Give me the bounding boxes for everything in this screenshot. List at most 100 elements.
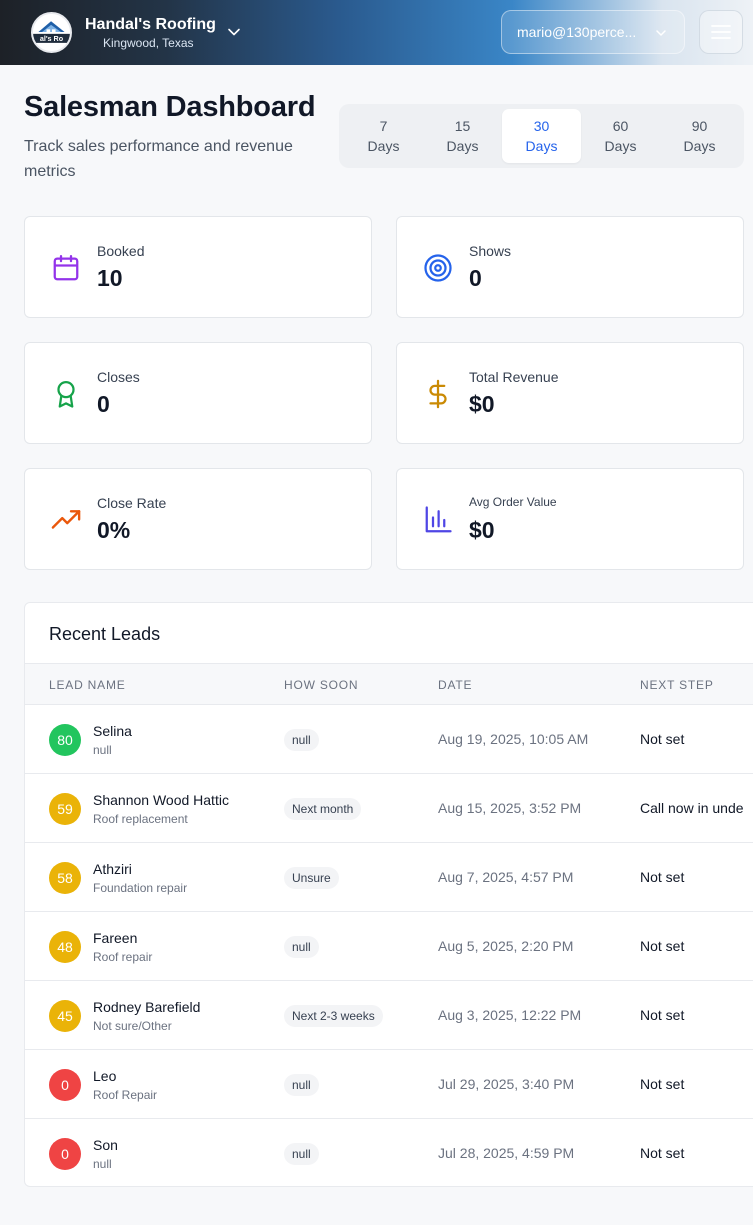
stat-value: 10 bbox=[97, 265, 123, 291]
lead-service: Roof Repair bbox=[93, 1088, 158, 1102]
stat-card-total-revenue: Total Revenue $0 bbox=[396, 342, 744, 444]
table-row[interactable]: 48 Fareen Roof repair null Aug 5, 2025, 2:20… bbox=[25, 912, 753, 981]
table-row[interactable]: 59 Shannon Wood Hattic Roof replacement Nex… bbox=[25, 774, 753, 843]
range-60-days[interactable]: 60 Days bbox=[581, 109, 660, 163]
chevron-down-icon[interactable] bbox=[227, 25, 241, 39]
stat-label: Shows bbox=[469, 243, 512, 259]
lead-next-step: Call now in unde bbox=[640, 800, 744, 816]
how-soon-badge: Next month bbox=[284, 798, 362, 820]
lead-next-step: Not set bbox=[640, 1076, 685, 1092]
top-bar: al's Ro Handal's Roofing Kingwood, Texas… bbox=[0, 0, 753, 65]
lead-next-step: Not set bbox=[640, 938, 685, 954]
chevron-down-icon bbox=[656, 30, 666, 36]
stat-value: $0 bbox=[469, 517, 495, 543]
award-icon bbox=[57, 381, 75, 408]
how-soon-badge: null bbox=[284, 1143, 319, 1165]
range-90-days[interactable]: 90 Days bbox=[660, 109, 739, 163]
lead-score-badge: 45 bbox=[49, 1000, 81, 1032]
lead-service: Not sure/Other bbox=[93, 1019, 172, 1033]
hamburger-menu-button[interactable] bbox=[699, 10, 743, 54]
lead-date: Aug 15, 2025, 3:52 PM bbox=[438, 800, 582, 816]
column-header-next-step[interactable]: NEXT STEP bbox=[640, 678, 714, 692]
date-range-selector: 7 Days 15 Days 30 Days 60 Days 90 Days bbox=[339, 104, 744, 168]
range-7-days[interactable]: 7 Days bbox=[344, 109, 423, 163]
company-logo[interactable]: al's Ro bbox=[31, 12, 72, 53]
column-header-date[interactable]: DATE bbox=[438, 678, 472, 692]
page-subtitle: Track sales performance and revenue metr… bbox=[24, 138, 293, 180]
lead-name[interactable]: Athziri bbox=[93, 861, 132, 877]
stat-card-close-rate: Close Rate 0% bbox=[24, 468, 372, 570]
table-row[interactable]: 80 Selina null null Aug 19, 2025, 10:05 AM No… bbox=[25, 705, 753, 774]
range-15-days[interactable]: 15 Days bbox=[423, 109, 502, 163]
stat-value: $0 bbox=[469, 391, 495, 417]
table-row[interactable]: 45 Rodney Barefield Not sure/Other Next 2-3… bbox=[25, 981, 753, 1050]
lead-score-badge: 0 bbox=[49, 1069, 81, 1101]
lead-date: Aug 5, 2025, 2:20 PM bbox=[438, 938, 574, 954]
menu-icon bbox=[711, 25, 731, 39]
column-header-how-soon[interactable]: HOW SOON bbox=[284, 678, 358, 692]
lead-name[interactable]: Leo bbox=[93, 1068, 116, 1084]
table-header: LEAD NAME HOW SOON DATE NEXT STEP bbox=[25, 663, 753, 705]
table-row[interactable]: 58 Athziri Foundation repair Unsure Aug 7, 2… bbox=[25, 843, 753, 912]
how-soon-badge: null bbox=[284, 936, 319, 958]
lead-date: Aug 19, 2025, 10:05 AM bbox=[438, 731, 589, 747]
stat-value: 0 bbox=[97, 391, 110, 417]
table-row[interactable]: 0 Son null null Jul 28, 2025, 4:59 PM Not set bbox=[25, 1119, 753, 1186]
stat-card-shows: Shows 0 bbox=[396, 216, 744, 318]
trending-up-icon bbox=[51, 510, 81, 529]
user-menu-button[interactable]: mario@130perce... bbox=[501, 10, 685, 54]
lead-score-badge: 0 bbox=[49, 1138, 81, 1170]
stat-value: 0% bbox=[97, 517, 131, 543]
stat-label: Booked bbox=[97, 243, 145, 259]
lead-name[interactable]: Shannon Wood Hattic bbox=[93, 792, 229, 808]
how-soon-badge: null bbox=[284, 729, 319, 751]
lead-name[interactable]: Selina bbox=[93, 723, 132, 739]
company-name: Handal's Roofing bbox=[85, 16, 216, 33]
column-header-lead-name[interactable]: LEAD NAME bbox=[49, 678, 126, 692]
lead-next-step: Not set bbox=[640, 1145, 685, 1161]
lead-date: Jul 28, 2025, 4:59 PM bbox=[438, 1145, 575, 1161]
table-row[interactable]: 0 Leo Roof Repair null Jul 29, 2025, 3:40 PM… bbox=[25, 1050, 753, 1119]
stat-card-avg-order-value: Avg Order Value $0 bbox=[396, 468, 744, 570]
bar-chart-icon bbox=[425, 506, 452, 533]
lead-score-badge: 48 bbox=[49, 931, 81, 963]
stat-label: Avg Order Value bbox=[469, 495, 557, 509]
lead-score-badge: 80 bbox=[49, 724, 81, 756]
lead-score-badge: 58 bbox=[49, 862, 81, 894]
stat-card-booked: Booked 10 bbox=[24, 216, 372, 318]
stat-card-closes: Closes 0 bbox=[24, 342, 372, 444]
logo-text: al's Ro bbox=[40, 34, 64, 43]
how-soon-badge: null bbox=[284, 1074, 319, 1096]
lead-name[interactable]: Fareen bbox=[93, 930, 137, 946]
lead-service: Roof repair bbox=[93, 950, 153, 964]
range-30-days[interactable]: 30 Days bbox=[502, 109, 581, 163]
lead-score-badge: 59 bbox=[49, 793, 81, 825]
user-email: mario@130perce... bbox=[517, 24, 637, 40]
stat-label: Close Rate bbox=[97, 495, 167, 511]
lead-next-step: Not set bbox=[640, 1007, 685, 1023]
lead-date: Aug 7, 2025, 4:57 PM bbox=[438, 869, 574, 885]
recent-leads-panel: Recent Leads LEAD NAME HOW SOON DATE NEX… bbox=[24, 602, 753, 1187]
lead-name[interactable]: Rodney Barefield bbox=[93, 999, 200, 1015]
company-location: Kingwood, Texas bbox=[103, 36, 194, 50]
lead-service: null bbox=[93, 1157, 112, 1171]
section-title: Recent Leads bbox=[49, 624, 161, 644]
lead-name[interactable]: Son bbox=[93, 1137, 118, 1153]
stat-label: Closes bbox=[97, 369, 140, 385]
company-selector[interactable]: Handal's Roofing Kingwood, Texas bbox=[85, 16, 216, 50]
lead-next-step: Not set bbox=[640, 869, 685, 885]
how-soon-badge: Unsure bbox=[284, 867, 339, 889]
roof-logo-icon: al's Ro bbox=[33, 14, 70, 51]
stat-label: Total Revenue bbox=[469, 369, 559, 385]
page-title: Salesman Dashboard bbox=[24, 91, 316, 123]
lead-service: null bbox=[93, 743, 112, 757]
how-soon-badge: Next 2-3 weeks bbox=[284, 1005, 383, 1027]
lead-date: Aug 3, 2025, 12:22 PM bbox=[438, 1007, 582, 1023]
calendar-icon bbox=[53, 255, 79, 281]
lead-service: Roof replacement bbox=[93, 812, 188, 826]
dollar-icon bbox=[429, 379, 447, 409]
target-icon bbox=[424, 254, 452, 282]
lead-next-step: Not set bbox=[640, 731, 685, 747]
lead-service: Foundation repair bbox=[93, 881, 188, 895]
stat-value: 0 bbox=[469, 265, 482, 291]
